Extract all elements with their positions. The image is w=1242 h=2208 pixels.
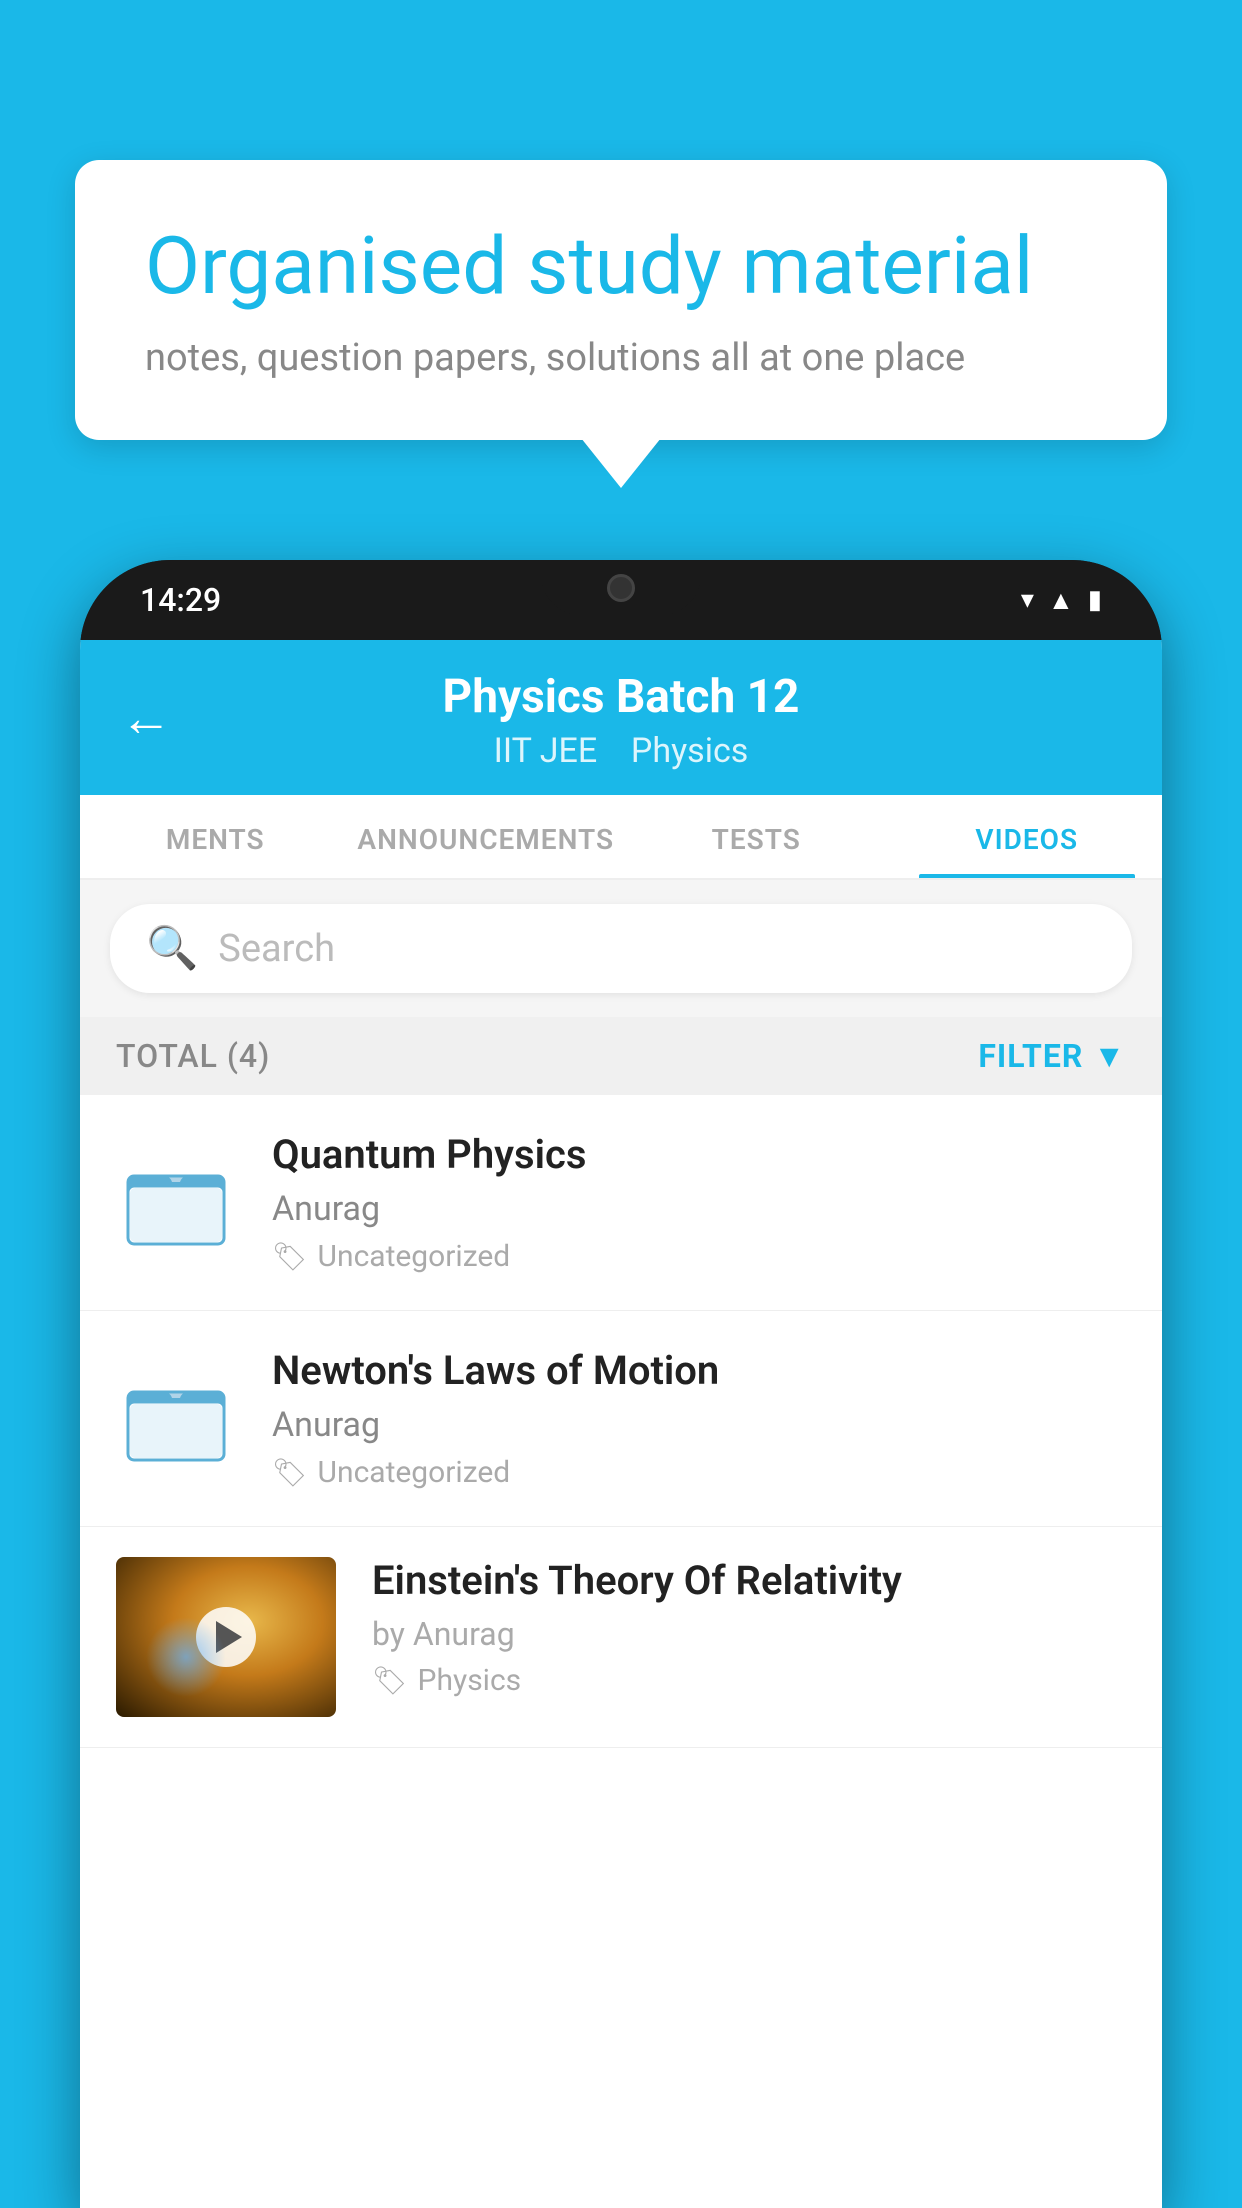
video-author-1: Anurag [272,1189,1126,1229]
phone-screen: ← Physics Batch 12 IIT JEE Physics MENTS… [80,640,1162,2208]
app-header: ← Physics Batch 12 IIT JEE Physics [80,640,1162,795]
video-tag-2: 🏷 Uncategorized [272,1455,1126,1490]
search-icon: 🔍 [146,924,198,973]
filter-bar: TOTAL (4) FILTER ▼ [80,1017,1162,1095]
battery-icon: ▮ [1088,585,1102,615]
search-bar[interactable]: 🔍 Search [110,904,1132,993]
phone-notch [541,560,701,615]
phone-top-bar: 14:29 ▾ ▲ ▮ [80,560,1162,640]
app-subtitle: IIT JEE Physics [130,731,1112,771]
tag-icon-3: 🏷 [372,1664,408,1697]
subtitle-iit: IIT JEE [494,731,597,771]
folder-thumb-1 [116,1143,236,1263]
video-info-2: Newton's Laws of Motion Anurag 🏷 Uncateg… [272,1347,1126,1490]
status-icons: ▾ ▲ ▮ [1021,585,1102,616]
filter-button[interactable]: FILTER ▼ [978,1037,1126,1075]
tabs-bar: MENTS ANNOUNCEMENTS TESTS VIDEOS [80,795,1162,880]
video-title-1: Quantum Physics [272,1131,1126,1179]
back-button[interactable]: ← [120,687,172,748]
tag-icon-2: 🏷 [272,1456,308,1489]
filter-label: FILTER [978,1037,1083,1075]
video-title-3: Einstein's Theory Of Relativity [372,1557,1126,1605]
folder-icon [126,1374,226,1464]
folder-thumb-2 [116,1359,236,1479]
search-placeholder: Search [218,927,335,971]
list-item[interactable]: Newton's Laws of Motion Anurag 🏷 Uncateg… [80,1311,1162,1527]
wifi-icon: ▾ [1021,585,1034,615]
tab-ments[interactable]: MENTS [80,795,351,878]
list-item[interactable]: Quantum Physics Anurag 🏷 Uncategorized [80,1095,1162,1311]
phone-time: 14:29 [140,581,221,619]
video-tag-1: 🏷 Uncategorized [272,1239,1126,1274]
speech-bubble: Organised study material notes, question… [75,160,1167,440]
video-title-2: Newton's Laws of Motion [272,1347,1126,1395]
video-info-3: Einstein's Theory Of Relativity by Anura… [372,1557,1126,1698]
app-title: Physics Batch 12 [130,670,1112,725]
tab-announcements[interactable]: ANNOUNCEMENTS [351,795,622,878]
tag-icon-1: 🏷 [272,1240,308,1273]
folder-icon [126,1158,226,1248]
phone-camera [607,574,635,602]
video-author-3: by Anurag [372,1615,1126,1653]
signal-icon: ▲ [1048,585,1074,616]
list-item[interactable]: Einstein's Theory Of Relativity by Anura… [80,1527,1162,1748]
thumb-glow [146,1617,226,1697]
tab-tests[interactable]: TESTS [621,795,892,878]
search-container: 🔍 Search [80,880,1162,1017]
bubble-subtitle: notes, question papers, solutions all at… [145,336,1097,380]
video-info-1: Quantum Physics Anurag 🏷 Uncategorized [272,1131,1126,1274]
subtitle-physics: Physics [631,731,748,771]
phone-shell: 14:29 ▾ ▲ ▮ ← Physics Batch 12 IIT JEE P… [80,560,1162,2208]
video-author-2: Anurag [272,1405,1126,1445]
filter-icon: ▼ [1093,1037,1126,1075]
video-tag-3: 🏷 Physics [372,1663,1126,1698]
bubble-title: Organised study material [145,220,1097,312]
tab-videos[interactable]: VIDEOS [892,795,1163,878]
video-thumbnail-3 [116,1557,336,1717]
video-list: Quantum Physics Anurag 🏷 Uncategorized [80,1095,1162,1748]
total-count: TOTAL (4) [116,1037,270,1075]
